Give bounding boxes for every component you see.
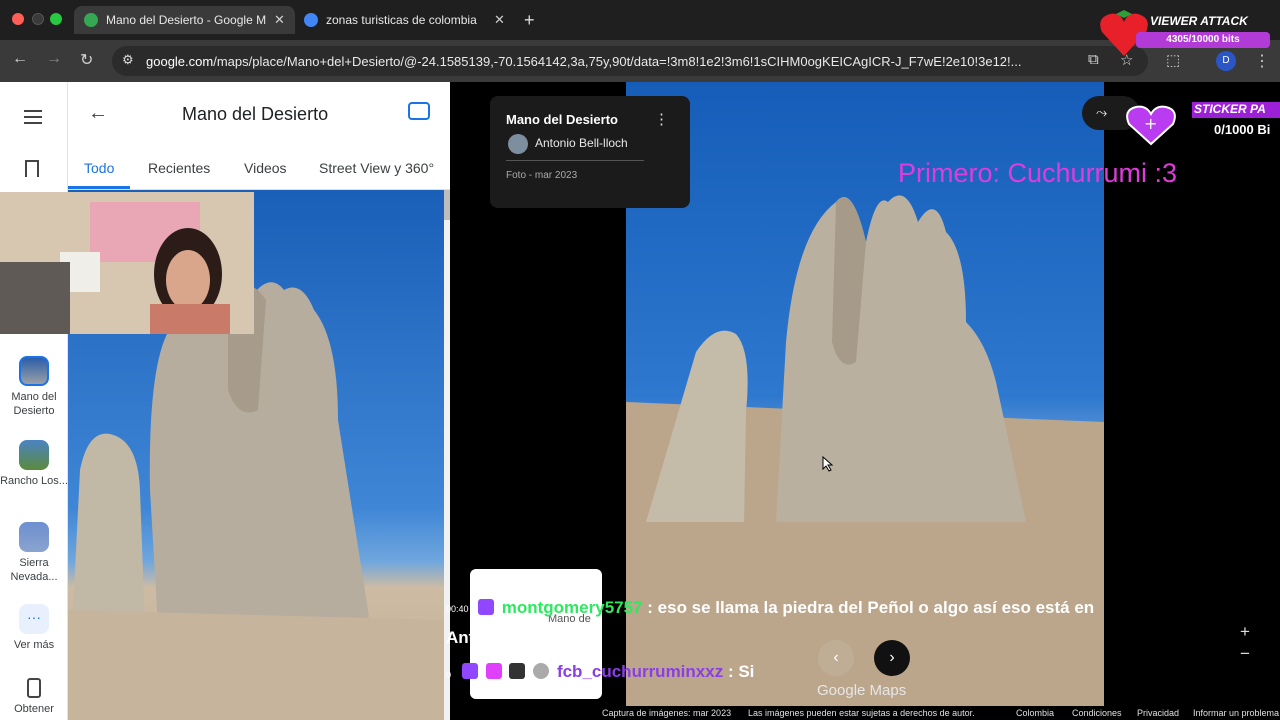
menu-icon[interactable] (24, 110, 42, 128)
saved-icon[interactable] (25, 160, 39, 177)
rail-item-sierra[interactable]: Sierra Nevada... (0, 522, 68, 584)
author-avatar[interactable] (508, 134, 528, 154)
twitch-badge-icon (462, 663, 478, 679)
tab-close-icon[interactable]: ✕ (274, 12, 285, 28)
back-arrow-icon[interactable]: ← (88, 102, 108, 125)
footer-capture: Captura de imágenes: mar 2023 (602, 708, 732, 718)
rail-label: Mano del Desierto (11, 391, 57, 417)
maps-side-rail: Mano del Desierto Rancho Los... Sierra N… (0, 82, 68, 720)
sticker-goal-title: STICKER PA (1192, 102, 1280, 118)
browser-menu-icon[interactable]: ⋮ (1254, 51, 1270, 71)
zoom-in-button[interactable]: + (1240, 622, 1250, 642)
rail-item-get-app[interactable]: Obtener (0, 678, 68, 716)
rail-label: Obtener (14, 703, 54, 715)
primero-overlay: Primero: Cuchurrumi :3 (898, 158, 1178, 188)
chat-timestamp: 00:40 (446, 604, 469, 614)
footer-privacy[interactable]: Privacidad (1137, 708, 1179, 718)
twitch-badge-icon (478, 599, 494, 615)
rail-label: Sierra Nevada... (10, 557, 58, 583)
phone-icon (27, 678, 41, 698)
chat-message-1: montgomery5757 : eso se llama la piedra … (478, 598, 1094, 618)
author-name[interactable]: Antonio Bell-lloch (535, 136, 628, 150)
maximize-window-button[interactable] (50, 13, 62, 25)
prev-photo-button[interactable]: ‹ (818, 640, 854, 676)
hand-statue-thumb (19, 356, 49, 386)
tab-close-icon[interactable]: ✕ (494, 12, 505, 28)
zoom-out-button[interactable]: − (1240, 644, 1250, 664)
active-tab-indicator (68, 186, 130, 189)
streamer-webcam (0, 192, 254, 334)
skull-badge-icon (533, 663, 550, 679)
address-bar[interactable]: ⚙ google.com/maps/place/Mano+del+Desiert… (112, 46, 1148, 76)
chat-message-1-cont: Antioquía (446, 628, 525, 647)
footer-region[interactable]: Colombia (1016, 708, 1054, 718)
more-dots-icon: ··· (19, 604, 49, 634)
site-settings-icon[interactable]: ⚙ (122, 52, 134, 68)
minimize-window-button[interactable] (32, 13, 44, 25)
viewer-attack-progress: 4305/10000 bits (1136, 32, 1270, 48)
viewer-attack-title: VIEWER ATTACK (1150, 14, 1248, 28)
maps-favicon-icon (84, 13, 98, 27)
tab-search[interactable]: zonas turisticas de colombia ✕ (294, 6, 515, 34)
forward-button[interactable]: → (46, 50, 62, 68)
profile-avatar[interactable]: D (1216, 51, 1236, 71)
close-window-button[interactable] (12, 13, 24, 25)
photo-tabs: Todo Recientes Videos Street View y 360° (68, 150, 450, 190)
mouse-cursor-icon (822, 456, 834, 472)
svg-text:+: + (1144, 114, 1157, 133)
tab-title: zonas turisticas de colombia (326, 13, 477, 27)
rail-item-rancho[interactable]: Rancho Los... (0, 440, 68, 488)
rancho-thumb (19, 440, 49, 470)
sticker-goal-count: 0/1000 Bi (1214, 122, 1271, 137)
back-button[interactable]: ← (12, 50, 28, 68)
new-tab-button[interactable]: + (524, 10, 535, 31)
chat-user: fcb_cuchurruminxxz (556, 662, 724, 681)
heart-badge-icon (485, 663, 502, 679)
purple-heart-plus-icon: + (1126, 105, 1176, 146)
chat-message-2: fcb_cuchurruminxxz : Si (462, 662, 754, 682)
rail-label: Rancho Los... (0, 475, 68, 487)
footer-terms[interactable]: Condiciones (1072, 708, 1122, 718)
tab-title: Mano del Desierto - Google M (106, 13, 266, 27)
rail-item-more[interactable]: ··· Ver más (0, 604, 68, 652)
chat-timestamp: 0 (446, 670, 452, 680)
google-maps-logo: Google Maps (817, 682, 907, 699)
more-options-icon[interactable]: ⋮ (654, 110, 669, 128)
address-url[interactable]: google.com/maps/place/Mano+del+Desierto/… (146, 54, 1086, 69)
photo-date: Foto - mar 2023 (506, 170, 578, 181)
rail-item-mano[interactable]: Mano del Desierto (0, 356, 68, 418)
rail-label: Ver más (13, 639, 55, 651)
tab-videos[interactable]: Videos (244, 160, 287, 176)
browser-tab-bar: Mano del Desierto - Google M ✕ zonas tur… (0, 0, 1280, 40)
chat-user: montgomery5757 (501, 598, 643, 617)
extensions-icon[interactable]: ⬚ (1166, 51, 1180, 69)
browser-toolbar: ← → ↻ ⚙ google.com/maps/place/Mano+del+D… (0, 40, 1280, 82)
chat-text: eso se llama la piedra del Peñol o algo … (657, 598, 1095, 617)
reload-button[interactable]: ↻ (80, 50, 93, 70)
maps-footer: Captura de imágenes: mar 2023 Las imágen… (602, 706, 1280, 720)
sierra-thumb (19, 522, 49, 552)
footer-report[interactable]: Informar un problema (1193, 708, 1279, 718)
tab-recientes[interactable]: Recientes (148, 160, 210, 176)
tab-street-view[interactable]: Street View y 360° (319, 160, 434, 176)
viewer-place-title: Mano del Desierto (506, 112, 618, 127)
emote-badge-icon (509, 663, 526, 679)
photo-info-card: Mano del Desierto ⋮ Antonio Bell-lloch F… (490, 96, 690, 208)
google-favicon-icon (304, 13, 318, 27)
footer-copyright: Las imágenes pueden estar sujetas a dere… (748, 708, 975, 718)
tab-todo[interactable]: Todo (84, 160, 114, 176)
chat-text: Si (738, 662, 755, 681)
tab-maps[interactable]: Mano del Desierto - Google M ✕ (74, 6, 295, 34)
add-photo-icon[interactable] (408, 102, 430, 120)
panel-title: Mano del Desierto (182, 104, 329, 124)
next-photo-button[interactable]: › (874, 640, 910, 676)
